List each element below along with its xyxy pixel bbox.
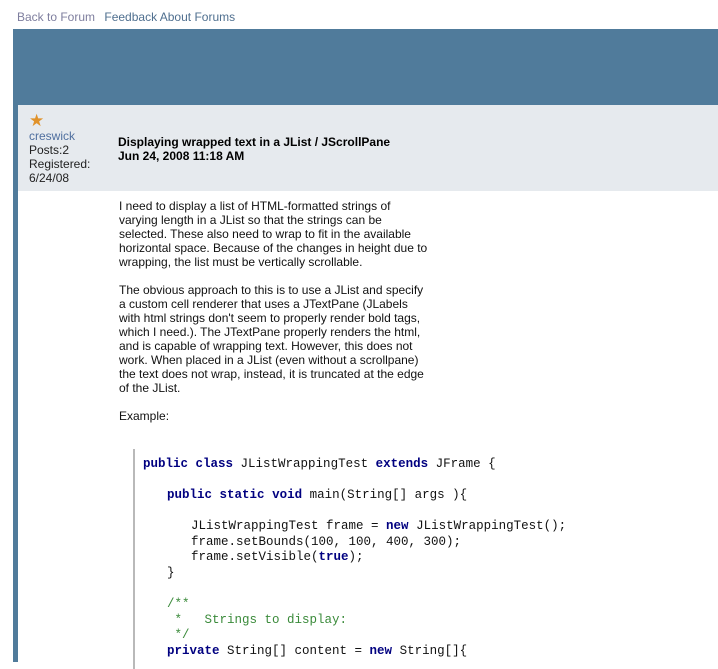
post-date: Jun 24, 2008 11:18 AM [118,149,245,163]
feedback-link[interactable]: Feedback About Forums [104,10,235,24]
code-keyword: static [219,488,265,502]
code-keyword: public [143,457,189,471]
code-keyword: public [167,488,213,502]
code-text: String[]{ [392,644,468,658]
code-keyword: class [195,457,234,471]
code-keyword: new [369,644,393,658]
code-text: JFrame { [428,457,496,471]
post-paragraph: I need to display a list of HTML-formatt… [119,199,428,269]
post-paragraph: The obvious approach to this is to use a… [119,283,424,395]
code-keyword: void [272,488,303,502]
header-band [13,29,718,105]
post-paragraph: Example: [119,409,170,423]
code-keyword: true [318,550,349,564]
code-text: String[] content = [219,644,370,658]
author-info: ★ creswick Posts:2 Registered: 6/24/08 [29,111,91,185]
post-body: I need to display a list of HTML-formatt… [119,199,429,437]
code-text: JListWrappingTest(); [408,519,567,533]
author-registered-label: Registered: [29,157,91,171]
code-comment: */ [167,628,190,642]
code-text: main(String[] args ){ [302,488,468,502]
top-navigation: Back to Forum Feedback About Forums [17,10,241,24]
author-posts: Posts:2 [29,143,70,157]
post-header: ★ creswick Posts:2 Registered: 6/24/08 D… [18,105,718,191]
code-line: private String[] content = new String[]{ [167,644,467,658]
author-name-link[interactable]: creswick [29,129,90,143]
code-text: ); [348,550,364,564]
code-block: public class JListWrappingTest extends J… [133,449,585,669]
thread-content: ★ creswick Posts:2 Registered: 6/24/08 D… [18,105,718,669]
code-line: frame.setVisible(true); [191,550,364,564]
code-line: public static void main(String[] args ){ [167,488,467,502]
author-registered-date: 6/24/08 [29,171,70,185]
forum-frame: ★ creswick Posts:2 Registered: 6/24/08 D… [13,29,718,669]
code-comment: /** [167,597,190,611]
code-line: JListWrappingTest frame = new JListWrapp… [191,519,566,533]
code-keyword: new [386,519,409,533]
code-text: JListWrappingTest frame = [191,519,387,533]
code-comment: * Strings to display: [167,613,348,627]
post-subject: Displaying wrapped text in a JList / JSc… [118,135,391,149]
code-line: public class JListWrappingTest extends J… [143,457,496,471]
code-keyword: extends [375,457,429,471]
code-keyword: private [167,644,220,658]
code-line: frame.setBounds(100, 100, 400, 300); [191,535,462,549]
star-icon: ★ [29,111,45,130]
code-text: frame.setVisible( [191,550,319,564]
code-line: } [167,566,175,580]
code-text: JListWrappingTest [233,457,376,471]
back-to-forum-link[interactable]: Back to Forum [17,10,95,24]
post-subject-block: Displaying wrapped text in a JList / JSc… [118,135,390,163]
